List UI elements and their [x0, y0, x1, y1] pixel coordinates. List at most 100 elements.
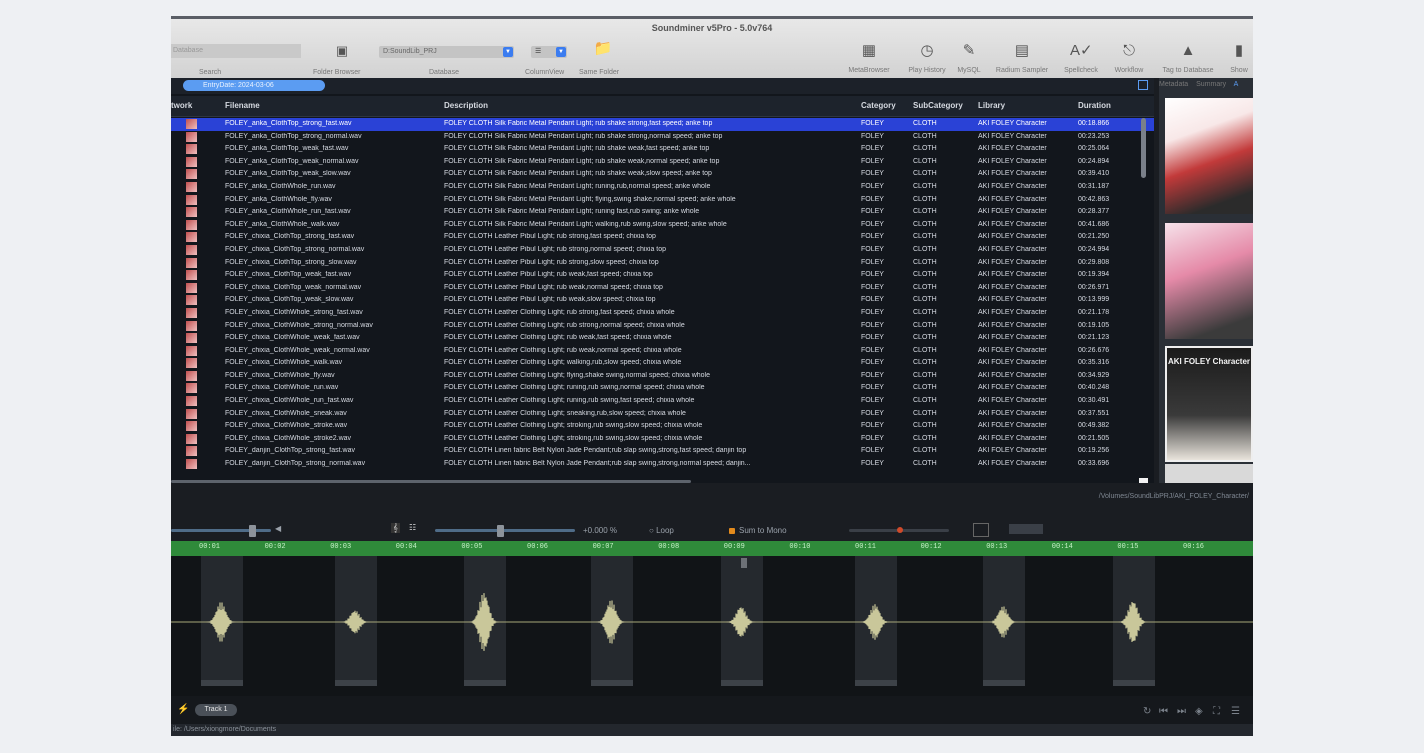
radium-sampler-button[interactable]: ▤ Radium Sampler: [989, 41, 1055, 74]
table-row[interactable]: FOLEY_chixia_ClothWhole_weak_fast.wav FOL…: [171, 332, 1154, 345]
artwork-thumbnail[interactable]: [1165, 223, 1253, 339]
table-row[interactable]: FOLEY_chixia_ClothWhole_strong_normal.wa…: [171, 320, 1154, 333]
zoom-icon[interactable]: ◈: [1195, 706, 1203, 717]
region-handle[interactable]: [1113, 680, 1155, 686]
search-input[interactable]: Database: [171, 44, 301, 58]
loop-toggle[interactable]: ○ Loop: [649, 526, 674, 535]
grid-icon[interactable]: [973, 523, 989, 537]
artwork-thumbnail[interactable]: [1165, 464, 1253, 483]
artwork-icon: [186, 333, 197, 344]
tab-metadata[interactable]: Metadata: [1159, 81, 1188, 88]
cell-subcategory: CLOTH: [913, 334, 937, 342]
tab-summary[interactable]: Summary: [1196, 81, 1226, 88]
tab-a[interactable]: A: [1234, 81, 1239, 88]
folder-browser-button[interactable]: ▣: [331, 41, 353, 67]
entry-date-filter[interactable]: EntryDate: 2024-03-06: [183, 80, 325, 91]
region-handle[interactable]: [591, 680, 633, 686]
table-row[interactable]: FOLEY_chixia_ClothWhole_run_fast.wav FOLE…: [171, 395, 1154, 408]
cell-duration: 00:26.971: [1078, 283, 1110, 291]
table-row[interactable]: FOLEY_chixia_ClothTop_weak_fast.wav FOLEY…: [171, 269, 1154, 282]
spellcheck-button[interactable]: A✓ Spellcheck: [1059, 41, 1103, 74]
mysql-button[interactable]: ✎ MySQL: [955, 41, 983, 74]
table-row[interactable]: FOLEY_chixia_ClothWhole_stroke.wav FOLEY …: [171, 420, 1154, 433]
waveform-view[interactable]: [171, 556, 1253, 696]
table-row[interactable]: FOLEY_danjin_ClothTop_strong_normal.wav F…: [171, 458, 1154, 471]
table-row[interactable]: FOLEY_anka_ClothTop_strong_normal.wav FOL…: [171, 131, 1154, 144]
cell-duration: 00:18.866: [1078, 120, 1110, 127]
keyboard-icon[interactable]: ☷: [409, 523, 416, 532]
artwork-thumbnail[interactable]: [1165, 98, 1253, 214]
show-button[interactable]: ▮ Show: [1225, 41, 1253, 74]
workflow-icon: ⎋: [1123, 42, 1135, 59]
table-row[interactable]: FOLEY_danjin_ClothTop_strong_fast.wav FOL…: [171, 445, 1154, 458]
table-row[interactable]: FOLEY_anka_ClothTop_weak_fast.wav FOLEY C…: [171, 143, 1154, 156]
table-row[interactable]: FOLEY_chixia_ClothWhole_sneak.wav FOLEY C…: [171, 408, 1154, 421]
region-handle[interactable]: [201, 680, 243, 686]
col-artwork[interactable]: twork: [171, 101, 192, 110]
region-handle[interactable]: [721, 680, 763, 686]
expand-icon[interactable]: [1138, 80, 1148, 90]
region-handle[interactable]: [335, 680, 377, 686]
time-ruler[interactable]: 00:01 00:02 00:03 00:04 00:05 00:06 00:07 00:08…: [171, 541, 1253, 556]
table-row[interactable]: FOLEY_anka_ClothTop_weak_slow.wav FOLEY C…: [171, 168, 1154, 181]
volume-knob[interactable]: [249, 525, 256, 537]
table-row[interactable]: FOLEY_chixia_ClothWhole_run.wav FOLEY CLO…: [171, 382, 1154, 395]
gain-knob[interactable]: [897, 527, 903, 533]
region-handle[interactable]: [855, 680, 897, 686]
fit-icon[interactable]: ⛶: [1213, 706, 1220, 717]
region-handle[interactable]: [464, 680, 506, 686]
col-category[interactable]: Category: [861, 101, 896, 110]
table-row[interactable]: FOLEY_chixia_ClothTop_strong_slow.wav FOL…: [171, 257, 1154, 270]
cell-subcategory: CLOTH: [913, 384, 937, 392]
volume-slider[interactable]: [171, 529, 271, 532]
speaker-icon[interactable]: ◀: [275, 524, 281, 533]
playhead[interactable]: [741, 558, 747, 568]
artwork-thumbnail[interactable]: AKI FOLEY Character: [1165, 346, 1253, 462]
table-row[interactable]: FOLEY_chixia_ClothWhole_strong_fast.wav F…: [171, 307, 1154, 320]
columnview-select[interactable]: ☰ ▼: [531, 46, 567, 58]
metabrowser-button[interactable]: ▦ MetaBrowser: [847, 41, 891, 74]
menu-icon[interactable]: ☰: [1231, 706, 1240, 717]
skip-back-icon[interactable]: ⏮: [1159, 706, 1168, 717]
col-subcategory[interactable]: SubCategory: [913, 101, 963, 110]
table-row[interactable]: FOLEY_anka_ClothTop_strong_fast.wav FOLEY…: [171, 118, 1154, 131]
track-arm-icon[interactable]: ⚡: [177, 704, 189, 715]
database-select[interactable]: D:SoundLib_PRJ ▼: [379, 46, 514, 58]
col-library[interactable]: Library: [978, 101, 1005, 110]
table-row[interactable]: FOLEY_chixia_ClothWhole_fly.wav FOLEY CLO…: [171, 370, 1154, 383]
artwork-icon: [186, 408, 197, 419]
table-row[interactable]: FOLEY_chixia_ClothTop_weak_normal.wav FOL…: [171, 282, 1154, 295]
table-row[interactable]: FOLEY_anka_ClothWhole_fly.wav FOLEY CLOTH…: [171, 194, 1154, 207]
table-row[interactable]: FOLEY_anka_ClothTop_weak_normal.wav FOLEY…: [171, 156, 1154, 169]
ruler-tick: 00:05: [461, 543, 483, 551]
loop-icon[interactable]: ↻: [1143, 706, 1151, 717]
cell-duration: 00:19.394: [1078, 271, 1110, 279]
pitch-slider[interactable]: [435, 529, 575, 532]
same-folder-button[interactable]: 📁: [591, 39, 615, 65]
table-row[interactable]: FOLEY_chixia_ClothWhole_stroke2.wav FOLEY…: [171, 433, 1154, 446]
tag-to-database-button[interactable]: ▲ Tag to Database: [1155, 41, 1221, 74]
track-1-button[interactable]: Track 1: [195, 704, 237, 716]
artwork-icon: [186, 282, 197, 293]
play-history-button[interactable]: ◷ Play History: [903, 41, 951, 74]
workflow-button[interactable]: ⎋ Workflow: [1107, 41, 1151, 74]
cell-description: FOLEY CLOTH Leather Clothing Light; rub …: [444, 321, 685, 329]
table-row[interactable]: FOLEY_chixia_ClothTop_strong_fast.wav FOL…: [171, 231, 1154, 244]
table-row[interactable]: FOLEY_anka_ClothWhole_run_fast.wav FOLEY …: [171, 206, 1154, 219]
vertical-scrollbar[interactable]: [1141, 118, 1146, 178]
col-duration[interactable]: Duration: [1078, 101, 1111, 110]
pitch-knob[interactable]: [497, 525, 504, 537]
table-row[interactable]: FOLEY_chixia_ClothWhole_weak_normal.wav F…: [171, 345, 1154, 358]
scale-icon[interactable]: 𝄞: [391, 523, 400, 533]
sum-to-mono-checkbox[interactable]: [729, 528, 735, 534]
table-row[interactable]: FOLEY_anka_ClothWhole_walk.wav FOLEY CLOT…: [171, 219, 1154, 232]
region-handle[interactable]: [983, 680, 1025, 686]
table-row[interactable]: FOLEY_chixia_ClothTop_weak_slow.wav FOLEY…: [171, 294, 1154, 307]
col-description[interactable]: Description: [444, 101, 488, 110]
table-row[interactable]: FOLEY_chixia_ClothTop_strong_normal.wav F…: [171, 244, 1154, 257]
skip-forward-icon[interactable]: ⏭: [1177, 706, 1186, 717]
table-row[interactable]: FOLEY_chixia_ClothWhole_walk.wav FOLEY CL…: [171, 357, 1154, 370]
mode-button[interactable]: [1009, 524, 1043, 534]
col-filename[interactable]: Filename: [225, 101, 260, 110]
table-row[interactable]: FOLEY_anka_ClothWhole_run.wav FOLEY CLOTH…: [171, 181, 1154, 194]
